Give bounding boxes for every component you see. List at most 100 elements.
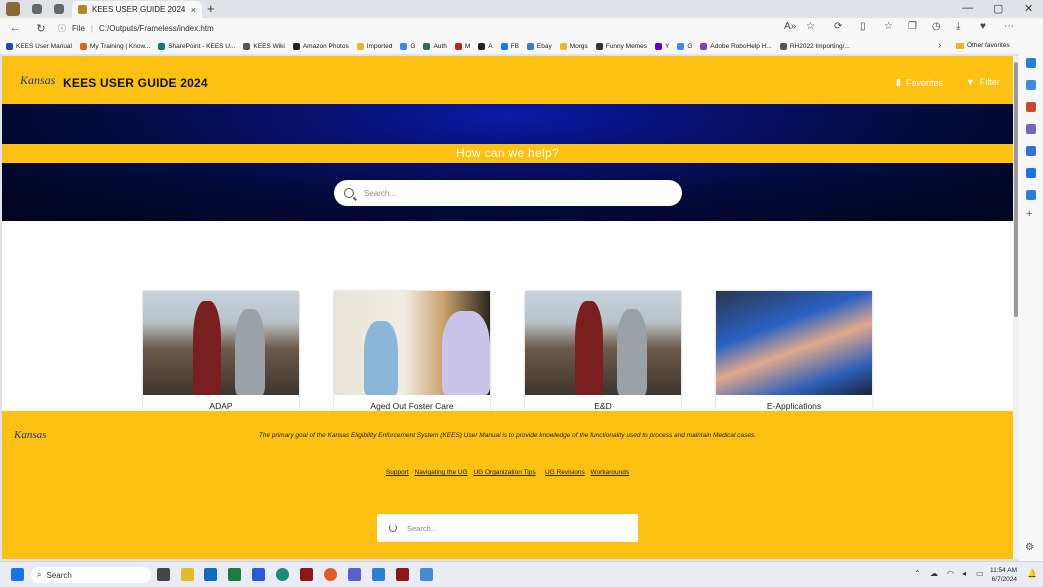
filter-button[interactable]: ▼ Filter <box>966 77 1000 87</box>
bookmark-item[interactable]: Amazon Photos <box>292 42 349 50</box>
profile-icon[interactable] <box>6 2 20 16</box>
taskbar-clock[interactable]: 11:54 AM 6/7/2024 <box>990 566 1017 584</box>
word-app-icon[interactable] <box>252 568 265 581</box>
bookmark-item[interactable]: My Training | Know... <box>80 42 150 50</box>
bookmark-item[interactable]: G <box>677 42 692 50</box>
file-explorer-icon[interactable] <box>181 568 194 581</box>
add-favorite-icon[interactable]: ☆ <box>806 21 815 32</box>
new-tab-button[interactable]: + <box>207 1 215 16</box>
bookmark-label: Ebay <box>536 42 552 50</box>
excel-app-icon[interactable] <box>228 568 241 581</box>
onedrive-icon[interactable]: ☁ <box>930 569 938 578</box>
bookmark-item[interactable]: Morgs <box>559 42 588 50</box>
footer-link-support[interactable]: Support <box>386 469 409 476</box>
bookmark-item[interactable]: KEES User Manual <box>6 42 72 50</box>
split-screen-icon[interactable]: ▯ <box>860 21 866 32</box>
battery-icon[interactable]: ▭ <box>976 569 984 578</box>
bookmark-label: Adobe RoboHelp H... <box>710 42 772 50</box>
history-icon[interactable]: ◷ <box>932 21 941 32</box>
performance-icon[interactable]: ♥ <box>980 21 986 32</box>
footer-link-navigating[interactable]: Navigating the UG <box>415 469 468 476</box>
settings-more-icon[interactable]: ⋯ <box>1004 21 1014 32</box>
taskbar-search-box[interactable]: ⌕ Search <box>31 567 151 583</box>
robohelp-app-icon[interactable] <box>300 568 313 581</box>
bookmark-item[interactable]: Auth <box>423 42 447 50</box>
sidebar-settings-icon[interactable]: ⚙ <box>1025 542 1034 553</box>
back-button[interactable]: ← <box>8 22 22 34</box>
loading-spinner-icon <box>389 524 397 532</box>
address-bar[interactable]: ⓘ File | C:/Outputs/Frameless/index.htm <box>58 20 828 36</box>
workspaces-icon[interactable] <box>32 4 42 14</box>
bookmarks-overflow-icon[interactable]: › <box>938 40 941 51</box>
edge-app-icon[interactable] <box>276 568 289 581</box>
chrome-app-icon[interactable] <box>324 568 337 581</box>
volume-icon[interactable]: ◂ <box>962 569 966 578</box>
footer-link-organization-tips[interactable]: UG Organization Tips <box>473 469 535 476</box>
tab-actions-icon[interactable] <box>54 4 64 14</box>
bookmark-icon <box>80 42 87 50</box>
site-title[interactable]: KEES USER GUIDE 2024 <box>63 76 208 90</box>
tools-icon[interactable] <box>1026 102 1036 112</box>
topic-card-aged-out-foster-care[interactable]: Aged Out Foster Care <box>334 291 490 411</box>
read-aloud-icon[interactable]: A» <box>784 21 796 32</box>
bookmark-item[interactable]: SharePoint - KEES U... <box>158 42 235 50</box>
bookmark-icon <box>500 42 508 50</box>
site-info-icon[interactable]: ⓘ <box>58 23 66 34</box>
shopping-icon[interactable] <box>1026 80 1036 90</box>
bookmark-item[interactable]: A <box>478 42 493 50</box>
other-favorites-folder[interactable]: Other favorites <box>956 42 1010 49</box>
browser-tab[interactable]: KEES USER GUIDE 2024 × <box>72 1 202 18</box>
topic-card-e-applications[interactable]: E-Applications <box>716 291 872 411</box>
kansas-logo[interactable]: Kansas <box>20 73 55 88</box>
add-sidebar-app-icon[interactable]: + <box>1026 208 1032 220</box>
topic-card-e-and-d[interactable]: E&D <box>525 291 681 411</box>
search-sidebar-icon[interactable] <box>1026 58 1036 68</box>
games-icon[interactable] <box>1026 124 1036 134</box>
bookmark-item[interactable]: RH2022 Importing/... <box>779 42 850 50</box>
footer-link-revisions[interactable]: UG Revisions <box>545 469 585 476</box>
start-menu-icon[interactable] <box>11 568 24 581</box>
teams-app-icon[interactable] <box>348 568 361 581</box>
photos-app-icon[interactable] <box>420 568 433 581</box>
bookmark-item[interactable]: G <box>400 42 415 50</box>
notepad-app-icon[interactable] <box>372 568 385 581</box>
close-window-icon[interactable]: ✕ <box>1024 2 1033 15</box>
hero-search-input[interactable]: Search... <box>334 180 682 206</box>
task-view-icon[interactable] <box>157 568 170 581</box>
outlook-app-icon[interactable] <box>204 568 217 581</box>
extensions-icon[interactable]: ⟳ <box>834 21 842 32</box>
bookmark-item[interactable]: Ebay <box>526 42 552 50</box>
bookmark-icon <box>559 42 567 50</box>
bookmark-icon <box>779 42 787 50</box>
minimize-icon[interactable]: — <box>962 2 973 14</box>
robohelp-second-app-icon[interactable] <box>396 568 409 581</box>
bing-icon[interactable] <box>1026 190 1036 200</box>
tab-close-icon[interactable]: × <box>191 5 196 15</box>
maximize-icon[interactable]: ▢ <box>993 2 1003 15</box>
favorites-button[interactable]: ▮ Favorites <box>896 77 943 88</box>
downloads-icon[interactable]: ⤓ <box>956 21 960 32</box>
outlook-icon[interactable] <box>1026 168 1036 178</box>
bookmark-item[interactable]: FB <box>500 42 519 50</box>
wifi-icon[interactable]: ◠ <box>947 569 954 578</box>
office-icon[interactable] <box>1026 146 1036 156</box>
tray-overflow-icon[interactable]: ⌃ <box>914 569 921 578</box>
bookmark-item[interactable]: Funny Memes <box>595 42 647 50</box>
bookmark-item[interactable]: Imported <box>356 42 392 50</box>
collections-icon[interactable]: ❐ <box>908 21 917 32</box>
bookmark-label: Auth <box>433 42 447 50</box>
bookmark-item[interactable]: Adobe RoboHelp H... <box>700 42 772 50</box>
address-url[interactable]: C:/Outputs/Frameless/index.htm <box>99 24 214 33</box>
topic-card-adap[interactable]: ADAP <box>143 291 299 411</box>
page-scrollbar[interactable] <box>1013 56 1019 559</box>
notifications-icon[interactable]: 🔔 <box>1027 569 1037 578</box>
footer-link-workarounds[interactable]: Workarounds <box>591 469 630 476</box>
bookmark-item[interactable]: KEES Wiki <box>243 42 285 50</box>
bookmark-item[interactable]: Y <box>654 42 669 50</box>
site-header: Kansas KEES USER GUIDE 2024 ▮ Favorites … <box>2 56 1013 104</box>
scrollbar-thumb[interactable] <box>1014 62 1018 317</box>
footer-search-input[interactable]: Search... <box>377 514 638 542</box>
bookmark-item[interactable]: M <box>454 42 470 50</box>
favorites-icon[interactable]: ☆ <box>884 21 893 32</box>
refresh-button[interactable]: ↻ <box>34 22 48 35</box>
